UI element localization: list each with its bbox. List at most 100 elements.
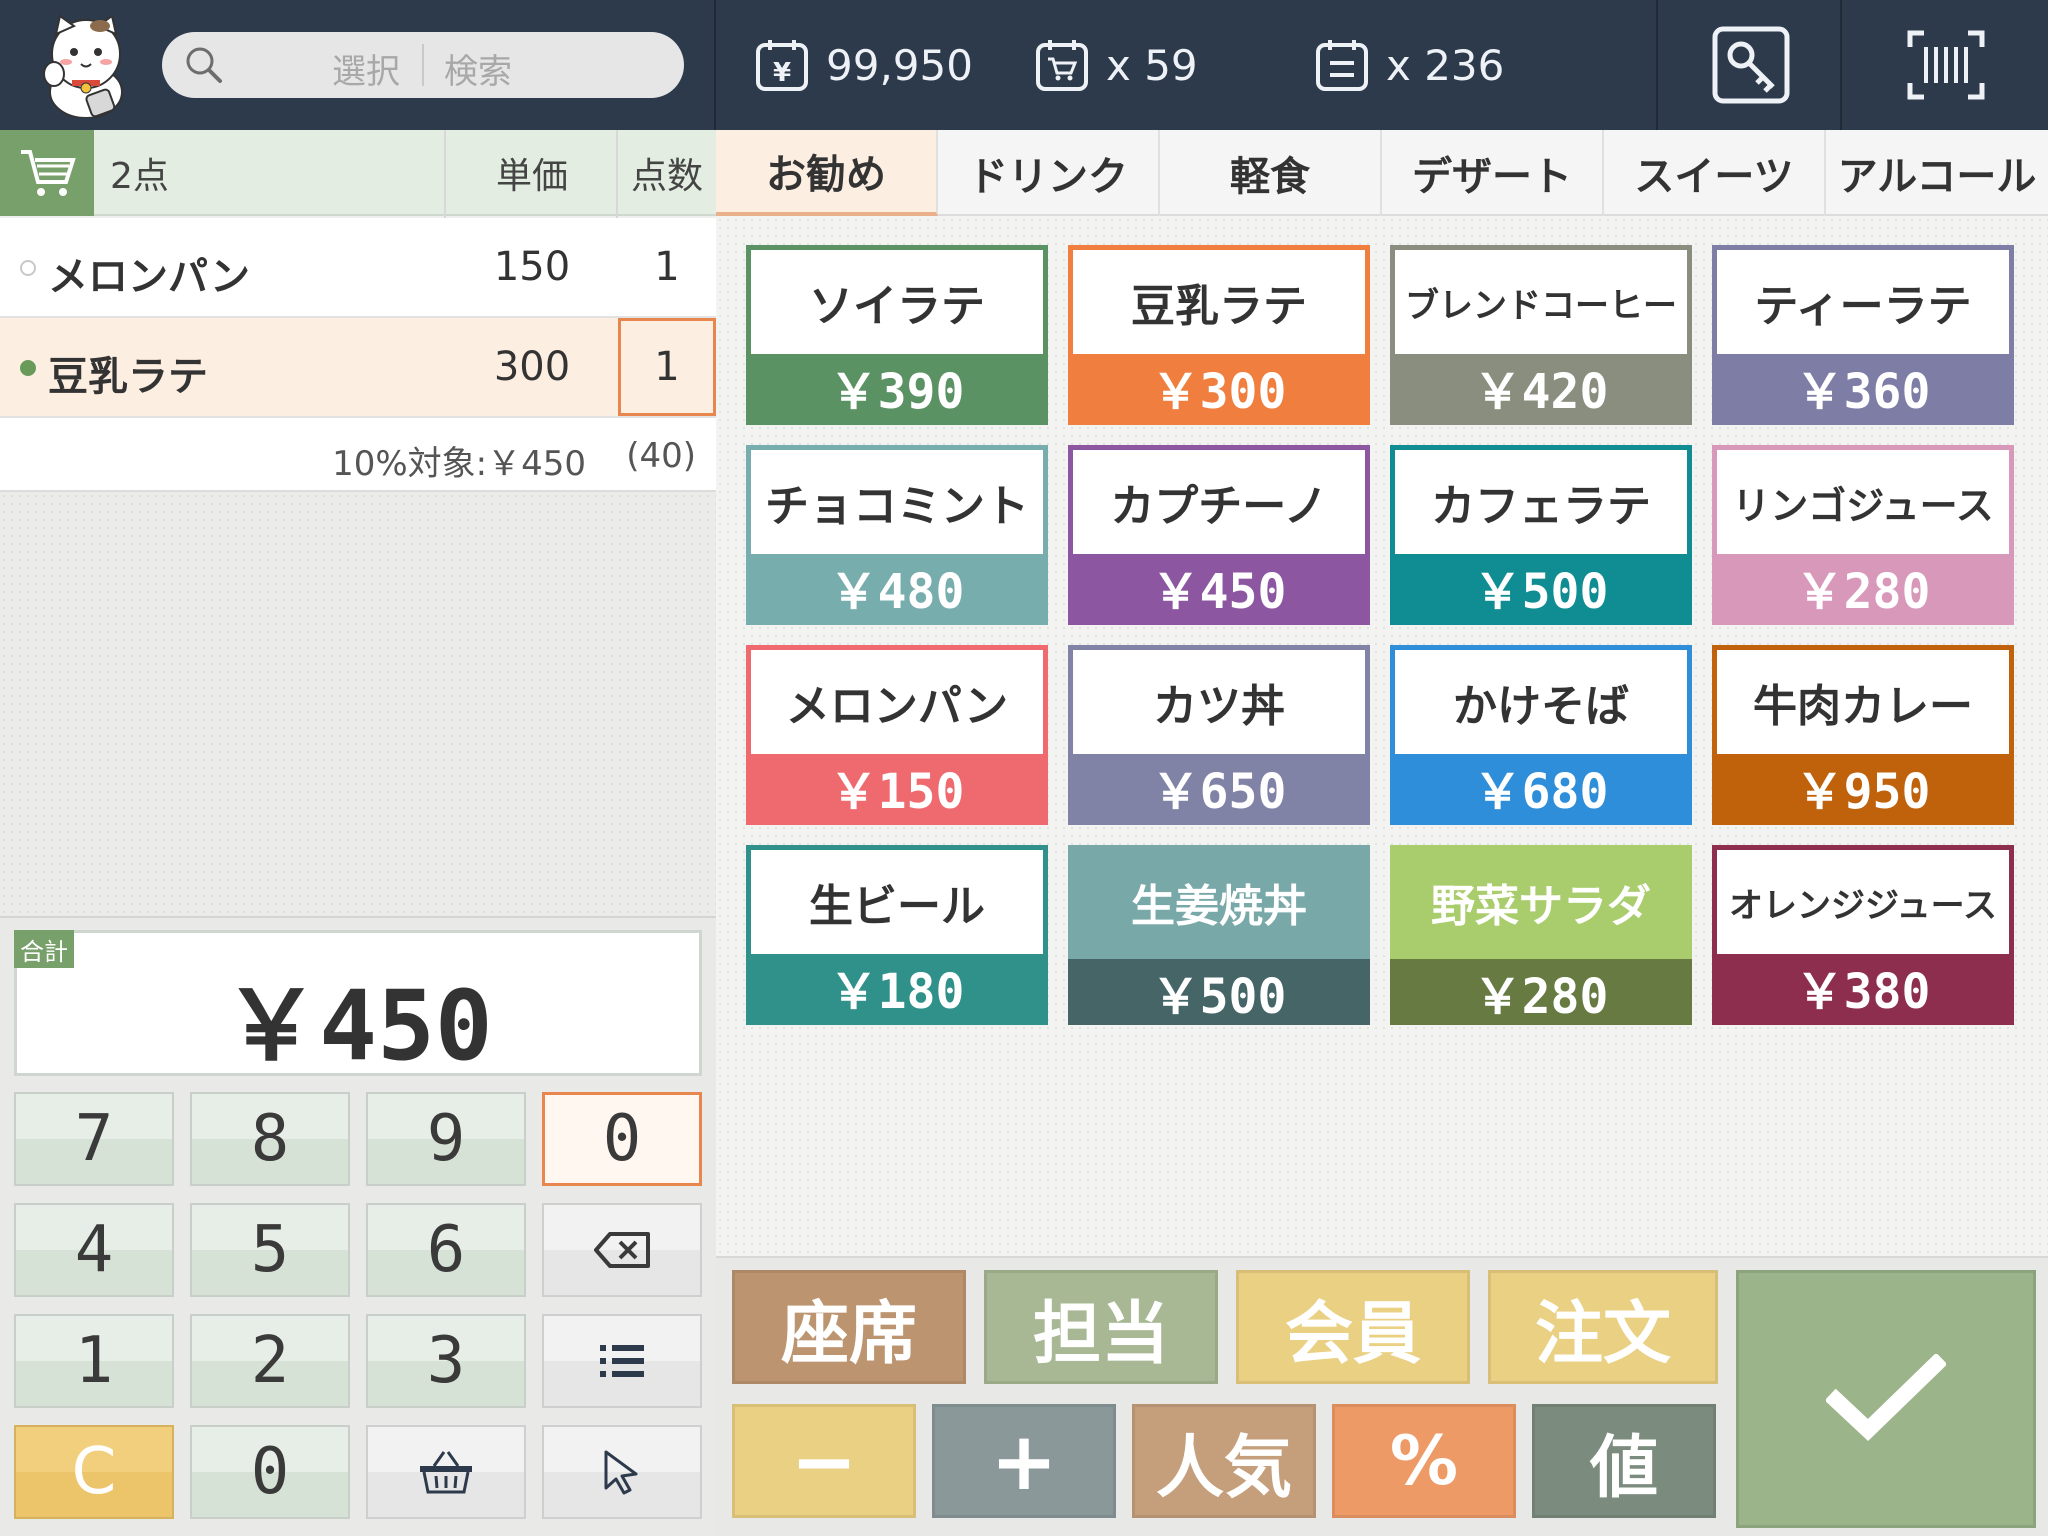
cart-button[interactable] [0, 130, 94, 216]
tab-alcohol[interactable]: アルコール [1826, 130, 2048, 216]
search-label[interactable]: 検索 [444, 44, 512, 93]
product-button[interactable]: チョコミント ￥480 [746, 445, 1048, 625]
total-value: ￥450 [223, 970, 493, 1082]
product-price: ￥280 [1473, 969, 1609, 1025]
search-bar[interactable]: 選択 検索 [162, 32, 684, 98]
product-button[interactable]: 野菜サラダ ￥280 [1390, 845, 1692, 1025]
product-price: ￥480 [829, 564, 965, 620]
key-6[interactable]: 6 [366, 1203, 526, 1297]
product-name: リンゴジュース [1717, 450, 2009, 554]
product-price: ￥390 [829, 364, 965, 420]
cart-item-price: 150 [493, 244, 571, 290]
checkmark-icon [1826, 1354, 1946, 1442]
select-label[interactable]: 選択 [332, 44, 400, 93]
product-name: カプチーノ [1073, 450, 1365, 554]
tab-recommended[interactable]: お勧め [716, 130, 938, 216]
product-button[interactable]: ブレンドコーヒー ￥420 [1390, 245, 1692, 425]
product-button[interactable]: 生姜焼丼 ￥500 [1068, 845, 1370, 1025]
product-button[interactable]: かけそば ￥680 [1390, 645, 1692, 825]
cart-row[interactable]: メロンパン 150 1 [0, 218, 716, 318]
cart-item-name: メロンパン [48, 254, 250, 300]
tab-light-meals[interactable]: 軽食 [1160, 130, 1382, 216]
product-name: ブレンドコーヒー [1395, 250, 1687, 354]
product-name: ティーラテ [1717, 250, 2009, 354]
receipt-count-value: x 236 [1386, 40, 1505, 90]
receipt-count-stat: x 236 [1314, 30, 1504, 100]
product-name: かけそば [1395, 650, 1687, 754]
product-name: カフェラテ [1395, 450, 1687, 554]
seat-button[interactable]: 座席 [732, 1270, 966, 1384]
search-icon [184, 45, 224, 89]
product-button[interactable]: ティーラテ ￥360 [1712, 245, 2014, 425]
product-price: ￥500 [1151, 969, 1287, 1025]
product-button[interactable]: カフェラテ ￥500 [1390, 445, 1692, 625]
barcode-scan-button[interactable] [1862, 0, 2030, 130]
column-header-price: 単価 [495, 156, 568, 197]
key-1[interactable]: 1 [14, 1314, 174, 1408]
product-price: ￥680 [1473, 764, 1609, 820]
minus-button[interactable]: − [732, 1404, 916, 1518]
pointer-button[interactable] [542, 1425, 702, 1519]
svg-text:¥: ¥ [773, 58, 791, 88]
tab-drinks[interactable]: ドリンク [938, 130, 1160, 216]
cart-count-value: x 59 [1106, 40, 1198, 90]
price-value-button[interactable]: 値 [1532, 1404, 1716, 1518]
product-price: ￥650 [1151, 764, 1287, 820]
key-icon [1712, 26, 1790, 104]
list-button[interactable] [542, 1314, 702, 1408]
product-name: 生姜焼丼 [1131, 881, 1307, 932]
popular-button[interactable]: 人気 [1132, 1404, 1316, 1518]
key-9[interactable]: 9 [366, 1092, 526, 1186]
product-name: 牛肉カレー [1717, 650, 2009, 754]
product-button[interactable]: ソイラテ ￥390 [746, 245, 1048, 425]
order-button[interactable]: 注文 [1488, 1270, 1718, 1384]
key-0[interactable]: 0 [190, 1425, 350, 1519]
cart-item-qty[interactable]: 1 [618, 218, 716, 316]
backspace-button[interactable] [542, 1203, 702, 1297]
product-button[interactable]: カプチーノ ￥450 [1068, 445, 1370, 625]
plus-button[interactable]: + [932, 1404, 1116, 1518]
product-price: ￥280 [1795, 564, 1931, 620]
topbar-separator [1840, 0, 1842, 130]
product-price: ￥950 [1795, 764, 1931, 820]
barcode-icon [1907, 30, 1985, 100]
product-button[interactable]: 牛肉カレー ￥950 [1712, 645, 2014, 825]
product-price: ￥420 [1473, 364, 1609, 420]
tab-sweets[interactable]: スイーツ [1604, 130, 1826, 216]
key-4[interactable]: 4 [14, 1203, 174, 1297]
cart-count-stat: x 59 [1034, 30, 1198, 100]
key-7[interactable]: 7 [14, 1092, 174, 1186]
product-button[interactable]: 豆乳ラテ ￥300 [1068, 245, 1370, 425]
key-5[interactable]: 5 [190, 1203, 350, 1297]
shopping-cart-icon [21, 150, 76, 196]
product-button[interactable]: リンゴジュース ￥280 [1712, 445, 2014, 625]
search-divider [422, 44, 424, 86]
product-name: 野菜サラダ [1431, 881, 1651, 932]
percent-discount-button[interactable]: % [1332, 1404, 1516, 1518]
tab-dessert[interactable]: デザート [1382, 130, 1604, 216]
tax-amount: (40) [626, 436, 696, 476]
product-button[interactable]: 生ビール ￥180 [746, 845, 1048, 1025]
product-price: ￥500 [1473, 564, 1609, 620]
product-name: ソイラテ [751, 250, 1043, 354]
member-button[interactable]: 会員 [1236, 1270, 1470, 1384]
key-button[interactable] [1658, 0, 1844, 130]
product-button[interactable]: オレンジジュース ￥380 [1712, 845, 2014, 1025]
checkout-button[interactable] [1736, 1270, 2036, 1528]
key-8[interactable]: 8 [190, 1092, 350, 1186]
product-price: ￥300 [1151, 364, 1287, 420]
basket-button[interactable] [366, 1425, 526, 1519]
key-3[interactable]: 3 [366, 1314, 526, 1408]
key-0-top[interactable]: 0 [542, 1092, 702, 1186]
product-button[interactable]: メロンパン ￥150 [746, 645, 1048, 825]
clear-button[interactable]: C [14, 1425, 174, 1519]
cart-row-selected[interactable]: 豆乳ラテ 300 1 [0, 318, 716, 418]
cursor-icon [604, 1450, 638, 1495]
cart-item-qty[interactable]: 1 [618, 318, 716, 416]
product-button[interactable]: カツ丼 ￥650 [1068, 645, 1370, 825]
staff-button[interactable]: 担当 [984, 1270, 1218, 1384]
key-2[interactable]: 2 [190, 1314, 350, 1408]
tax-summary: 10%対象:￥450 (40) [0, 418, 716, 492]
row-indicator-dot [20, 260, 36, 276]
product-price: ￥150 [829, 764, 965, 820]
